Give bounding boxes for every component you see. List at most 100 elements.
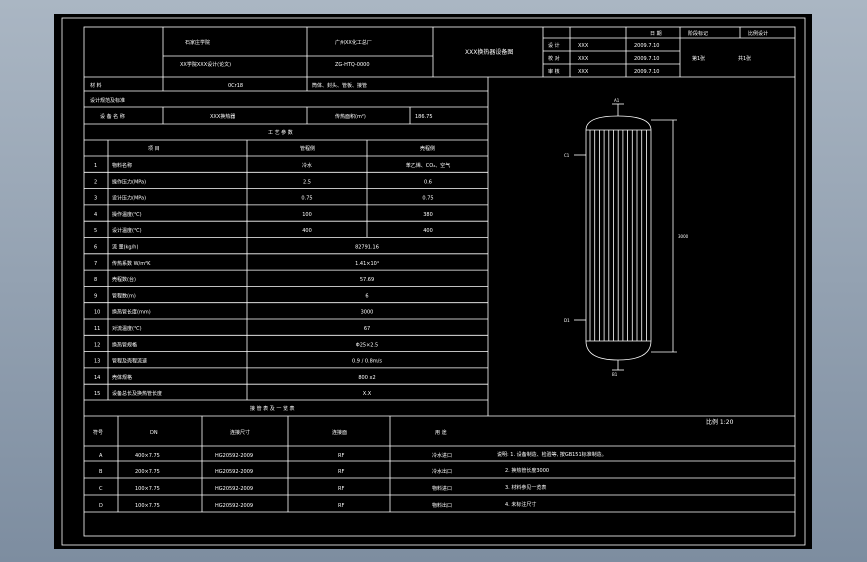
param-row-label: 设计温度(℃) — [112, 227, 142, 234]
area-value: 186.75 — [415, 114, 433, 120]
param-row-number: 9 — [94, 293, 97, 299]
note-line: 3. 材料参见一览表 — [505, 484, 546, 491]
sign-date: 2009.7.10 — [634, 56, 659, 62]
param-row-value: Φ25×2.5 — [356, 342, 378, 348]
param-row-label: 操作温度(℃) — [112, 211, 142, 218]
nozzle-label-left-top: C1 — [564, 153, 570, 158]
nozzle-standard: HG20592-2009 — [215, 486, 253, 492]
design-label: XX学院XXX设计(论文) — [180, 61, 231, 68]
nozzle-label-bottom: B1 — [612, 372, 618, 377]
param-row-tube-value: 苯乙烯、CO₂、空气 — [406, 162, 450, 169]
doc-title: XXX换热器设备图 — [465, 48, 513, 56]
param-row-number: 14 — [94, 375, 100, 381]
param-row-value: 800 x2 — [358, 375, 375, 381]
nozzle-face: RF — [338, 503, 344, 509]
area-label: 传热面积(m²) — [335, 113, 366, 120]
param-row-shell-value: 冷水 — [302, 162, 312, 169]
drawing-number: ZG-HTQ-0000 — [335, 62, 370, 68]
param-row-number: 15 — [94, 391, 100, 397]
stage-label: 阶段标记 — [688, 30, 708, 37]
sign-role: 审 核 — [548, 68, 560, 75]
param-row-number: 1 — [94, 163, 97, 169]
param-row-value: 57.69 — [360, 277, 374, 283]
nozzle-face: RF — [338, 486, 344, 492]
param-row-shell-value: 2.5 — [303, 179, 311, 185]
nozzle-header: 用 途 — [435, 429, 447, 436]
sheet-total: 共1张 — [738, 55, 751, 62]
material-value: 0Cr18 — [228, 83, 243, 89]
param-row-number: 10 — [94, 310, 100, 316]
sheet-label: 第1张 — [692, 55, 705, 62]
param-row-value: 6 — [365, 293, 368, 299]
top-head — [585, 115, 652, 131]
sign-name: XXX — [578, 56, 589, 62]
school-name: 石家庄学院 — [185, 39, 210, 46]
param-row-number: 13 — [94, 359, 100, 365]
nozzle-label-left-bottom: D1 — [564, 318, 570, 323]
ratio-label: 比例设计 — [748, 30, 768, 37]
parts-text: 筒体、封头、管板、接管 — [312, 82, 367, 89]
nozzle-face: RF — [338, 469, 344, 475]
param-row-number: 4 — [94, 212, 97, 218]
param-row-label: 管程及壳程流速 — [112, 358, 147, 365]
param-row-label: 换热管规格 — [112, 341, 137, 348]
nozzle-use: 物料进口 — [432, 485, 452, 492]
param-row-number: 12 — [94, 342, 100, 348]
nozzle-use: 冷水出口 — [432, 468, 452, 475]
outer-frame — [61, 17, 806, 546]
param-row-number: 8 — [94, 277, 97, 283]
nozzle-dn: 400×7.75 — [135, 453, 160, 459]
col-item: 项 目 — [148, 146, 160, 152]
param-row-number: 6 — [94, 245, 97, 251]
param-row-label: 操作压力(MPa) — [112, 178, 146, 185]
item-name-value: XXX换热器 — [210, 113, 235, 120]
param-row-number: 11 — [94, 326, 100, 332]
param-row-number: 7 — [94, 261, 97, 267]
sign-name: XXX — [578, 69, 589, 75]
item-name-label: 设 备 名 称 — [100, 113, 125, 120]
param-row-value: 0.9 / 0.8m/s — [352, 359, 382, 365]
nozzle-title: 接 管 表 及 一 览 表 — [250, 405, 295, 412]
param-row-tube-value: 380 — [423, 212, 433, 218]
nozzle-label-top: A1 — [614, 98, 620, 103]
param-row-number: 2 — [94, 179, 97, 185]
param-row-label: 设计压力(MPa) — [112, 195, 146, 202]
nozzle-symbol: A — [99, 453, 103, 459]
param-row-value: 1.41×10⁴ — [355, 261, 379, 267]
dimension-label: 3000 — [678, 234, 689, 239]
param-row-label: 传热系数 W/m²K — [112, 260, 151, 267]
nozzle-dn: 100×7.75 — [135, 503, 160, 509]
param-row-label: 设备总长及换热管长度 — [112, 390, 162, 397]
header-date: 日 期 — [650, 31, 662, 37]
param-row-value: 3000 — [361, 310, 374, 316]
nozzle-standard: HG20592-2009 — [215, 469, 253, 475]
param-row-label: 管程数(m) — [112, 292, 136, 299]
nozzle-symbol: B — [99, 469, 103, 475]
param-row-shell-value: 400 — [302, 228, 312, 234]
param-row-label: 流 量(kg/h) — [112, 244, 138, 251]
nozzle-symbol: C — [99, 486, 103, 492]
bottom-head — [585, 340, 652, 361]
param-row-shell-value: 100 — [302, 212, 312, 218]
company-name: 广州XX化工总厂 — [335, 39, 372, 46]
nozzle-standard: HG20592-2009 — [215, 503, 253, 509]
col-tube: 壳程侧 — [420, 145, 435, 152]
nozzle-header: 连接面 — [332, 429, 347, 436]
note-line: 说明: 1. 设备制造、检验等, 按GB151标准制造。 — [497, 451, 607, 458]
nozzle-header: DN — [150, 430, 158, 436]
param-row-tube-value: 0.6 — [424, 179, 432, 185]
nozzle-header: 连接尺寸 — [230, 429, 250, 436]
param-row-value: X.X — [363, 391, 372, 397]
nozzle-header: 符号 — [93, 429, 103, 436]
nozzle-use: 冷水进口 — [432, 452, 452, 459]
material-label: 材 料 — [90, 82, 102, 89]
sign-date: 2009.7.10 — [634, 43, 659, 49]
param-row-tube-value: 400 — [423, 228, 433, 234]
param-row-value: 67 — [364, 326, 370, 332]
nozzle-symbol: D — [99, 503, 103, 509]
param-row-label: 壳程数(台) — [112, 276, 136, 283]
sign-date: 2009.7.10 — [634, 69, 659, 75]
param-row-tube-value: 0.75 — [422, 196, 433, 202]
note-line: 4. 未标注尺寸 — [505, 501, 536, 508]
param-row-value: 82791.16 — [355, 245, 379, 251]
